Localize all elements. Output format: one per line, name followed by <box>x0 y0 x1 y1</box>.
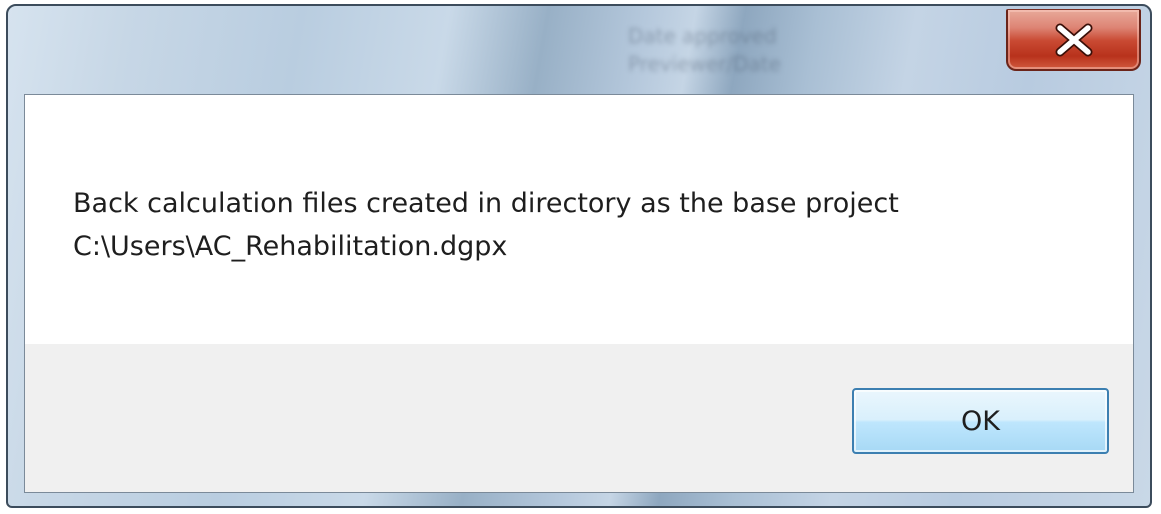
message-text-path: C:\Users\AC_Rehabilitation.dgpx <box>73 231 508 262</box>
message-text-line-1: Back calculation files created in direct… <box>73 188 899 219</box>
ok-button[interactable]: OK <box>852 388 1109 454</box>
background-text-line-2: Previewer/Date <box>628 52 781 76</box>
title-bar[interactable]: Date approved Previewer/Date <box>8 6 1150 94</box>
background-text-ghost: Date approved Previewer/Date <box>628 22 781 78</box>
message-dialog-window: Date approved Previewer/Date Back calcul… <box>6 4 1152 508</box>
message-area: Back calculation files created in direct… <box>25 95 1133 344</box>
background-text-line-1: Date approved <box>628 24 777 48</box>
close-button[interactable] <box>1006 9 1141 71</box>
dialog-body: Back calculation files created in direct… <box>24 94 1134 493</box>
button-area: OK <box>25 344 1133 492</box>
close-icon <box>1055 23 1093 57</box>
